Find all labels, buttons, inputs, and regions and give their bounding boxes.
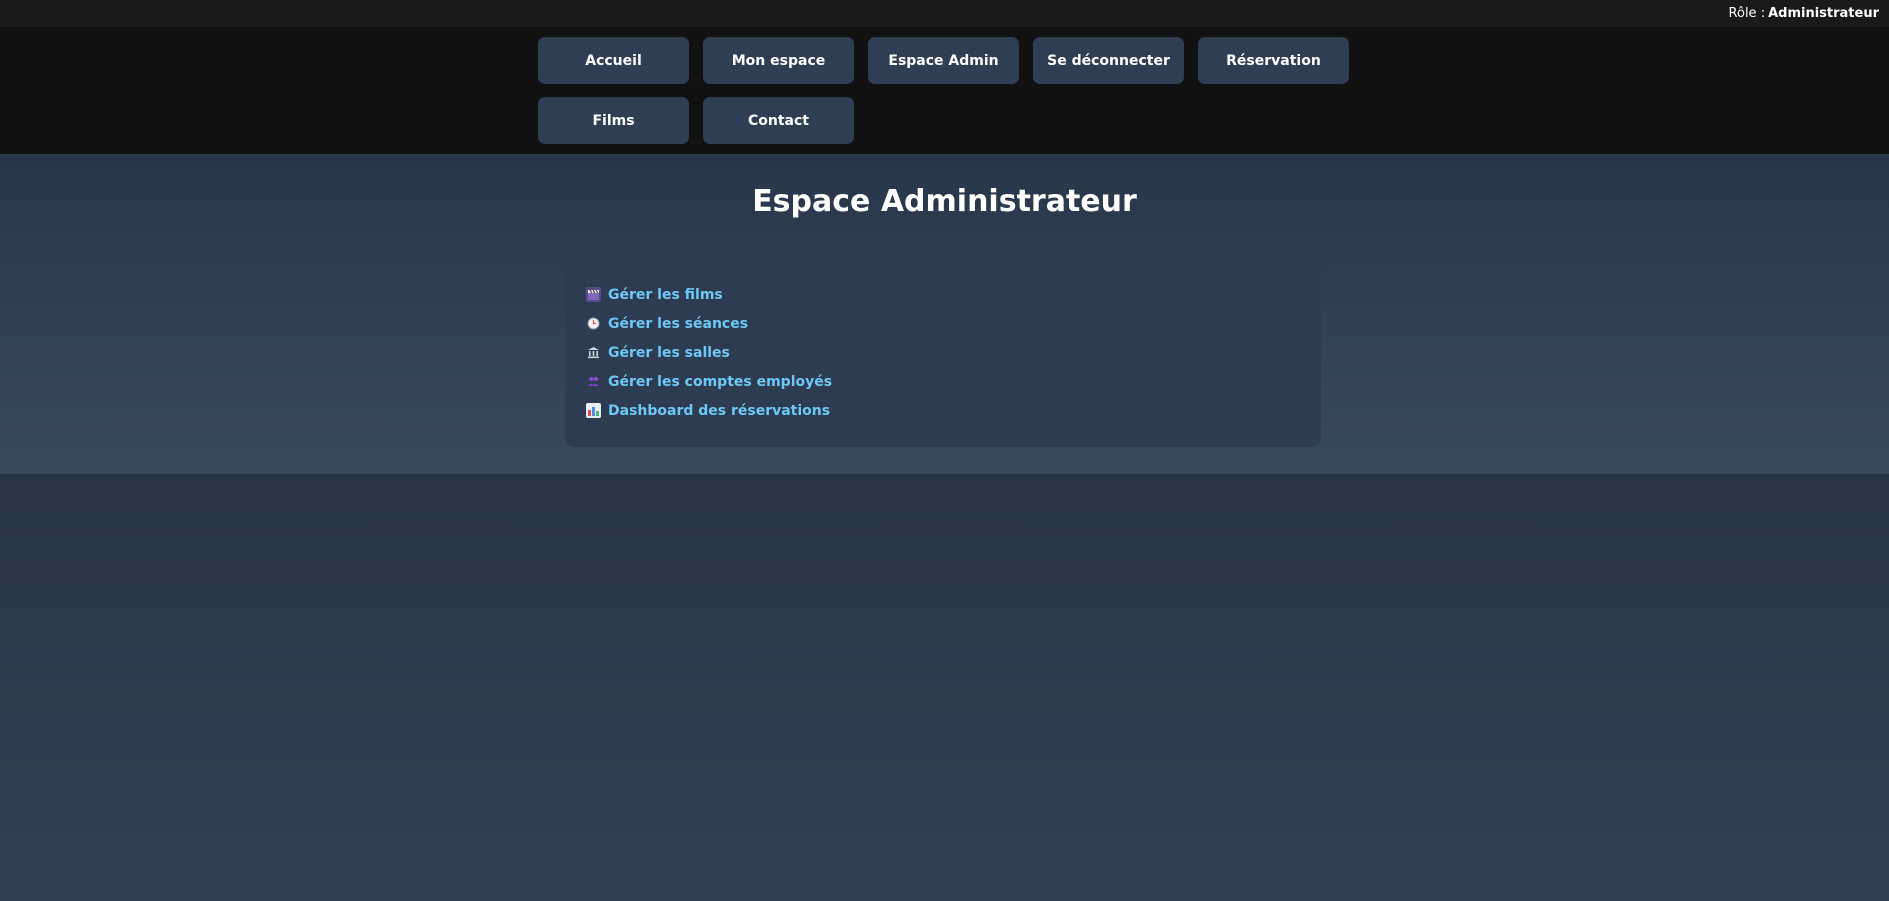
manage-sessions-link[interactable]: Gérer les séances	[608, 316, 748, 332]
clock-icon	[586, 316, 601, 331]
list-item: Gérer les films	[586, 280, 1301, 309]
reservations-dashboard-link[interactable]: Dashboard des réservations	[608, 403, 830, 419]
bar-chart-icon	[586, 403, 601, 418]
manage-films-link[interactable]: Gérer les films	[608, 287, 723, 303]
role-bar: Rôle : Administrateur	[0, 0, 1889, 27]
nav-button-logout[interactable]: Se déconnecter	[1033, 37, 1184, 84]
classical-building-icon	[586, 345, 601, 360]
list-item: Dashboard des réservations	[586, 396, 1301, 425]
role-label: Rôle :	[1728, 6, 1766, 21]
nav-button-contact[interactable]: Contact	[703, 97, 854, 144]
nav-button-espace-admin[interactable]: Espace Admin	[868, 37, 1019, 84]
clapperboard-icon	[586, 287, 601, 302]
users-icon	[586, 374, 601, 389]
list-item: Gérer les salles	[586, 338, 1301, 367]
main-navigation: Accueil Mon espace Espace Admin Se décon…	[0, 27, 1889, 154]
manage-employee-accounts-link[interactable]: Gérer les comptes employés	[608, 374, 832, 390]
nav-button-accueil[interactable]: Accueil	[538, 37, 689, 84]
nav-button-reservation[interactable]: Réservation	[1198, 37, 1349, 84]
page-title: Espace Administrateur	[752, 184, 1137, 219]
list-item: Gérer les comptes employés	[586, 367, 1301, 396]
nav-button-mon-espace[interactable]: Mon espace	[703, 37, 854, 84]
list-item: Gérer les séances	[586, 309, 1301, 338]
nav-button-films[interactable]: Films	[538, 97, 689, 144]
nav-button-group: Accueil Mon espace Espace Admin Se décon…	[538, 37, 1358, 144]
role-value: Administrateur	[1768, 6, 1879, 21]
admin-links-list: Gérer les films Gérer les séances Gérer …	[586, 280, 1301, 425]
manage-rooms-link[interactable]: Gérer les salles	[608, 345, 730, 361]
admin-links-card: Gérer les films Gérer les séances Gérer …	[565, 247, 1321, 447]
admin-section: Espace Administrateur Gérer les films Gé…	[0, 154, 1889, 474]
